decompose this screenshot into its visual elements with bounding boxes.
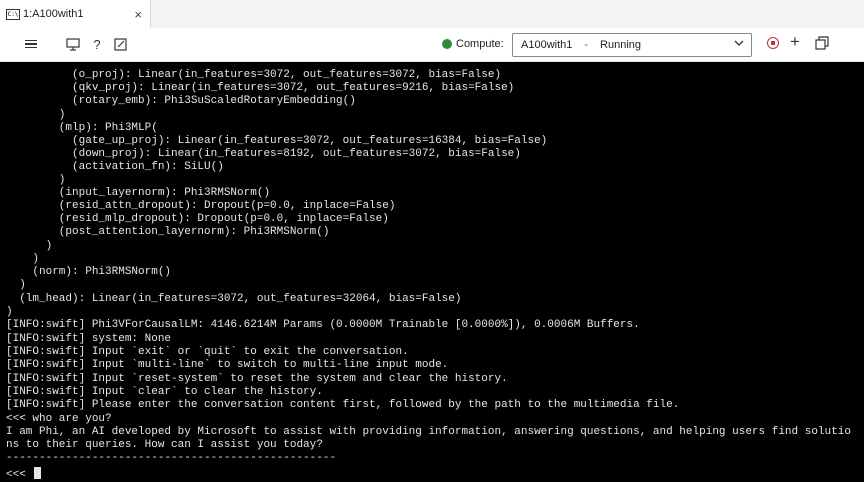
terminal-line: ) [6, 174, 66, 186]
terminal-line: I am Phi, an AI developed by Microsoft t… [6, 426, 851, 438]
tab-bar: C:\ 1:A100with1 × [0, 0, 864, 28]
terminal-line: [INFO:swift] Please enter the conversati… [6, 399, 680, 411]
terminal-toolbar: ? Compute: A100with1 - Running + [0, 28, 864, 62]
terminal-line: <<< [6, 467, 42, 482]
chevron-down-icon [733, 37, 745, 52]
terminal-line: ) [6, 253, 40, 265]
compute-running-status: Running [600, 39, 642, 51]
terminal-line: (post_attention_layernorm): Phi3RMSNorm(… [6, 226, 330, 238]
status-dot-icon [442, 39, 452, 49]
monitor-icon[interactable] [66, 35, 80, 53]
terminal-output[interactable]: (o_proj): Linear(in_features=3072, out_f… [0, 62, 864, 482]
help-icon[interactable]: ? [90, 35, 104, 53]
terminal-line: ) [6, 240, 53, 252]
terminal-line: (qkv_proj): Linear(in_features=3072, out… [6, 82, 515, 94]
terminal-line: (down_proj): Linear(in_features=8192, ou… [6, 148, 521, 160]
terminal-line: (resid_attn_dropout): Dropout(p=0.0, inp… [6, 200, 396, 212]
popout-icon[interactable] [815, 36, 829, 50]
terminal-line: [INFO:swift] system: None [6, 333, 172, 345]
terminal-line: ) [6, 279, 26, 291]
compute-name: A100with1 [521, 39, 573, 51]
tab-title: 1:A100with1 [23, 8, 84, 20]
compute-label: Compute: [456, 38, 504, 50]
terminal-line: (mlp): Phi3MLP( [6, 122, 158, 134]
terminal-line: [INFO:swift] Input `exit` or `quit` to e… [6, 346, 409, 358]
terminal-line: [INFO:swift] Input `clear` to clear the … [6, 386, 323, 398]
terminal-line: ns to their queries. How can I assist yo… [6, 439, 323, 451]
terminal-icon: C:\ [6, 8, 20, 20]
terminal-line: [INFO:swift] Input `multi-line` to switc… [6, 359, 449, 371]
stop-icon[interactable] [767, 37, 779, 49]
terminal-line: (resid_mlp_dropout): Dropout(p=0.0, inpl… [6, 213, 389, 225]
terminal-line: ) [6, 109, 66, 121]
terminal-line: <<< who are you? [6, 413, 112, 425]
terminal-line: [INFO:swift] Phi3VForCausalLM: 4146.6214… [6, 319, 640, 331]
terminal-line: (input_layernorm): Phi3RMSNorm() [6, 187, 271, 199]
terminal-line: (lm_head): Linear(in_features=3072, out_… [6, 293, 462, 305]
compute-select[interactable]: A100with1 - Running [512, 33, 752, 57]
add-terminal-icon[interactable]: + [790, 32, 800, 52]
menu-icon[interactable] [24, 35, 38, 53]
terminal-line: [INFO:swift] Input `reset-system` to res… [6, 373, 508, 385]
terminal-line: ----------------------------------------… [6, 452, 337, 464]
terminal-line: (rotary_emb): Phi3SuScaledRotaryEmbeddin… [6, 95, 356, 107]
compute-status: Compute: [442, 38, 504, 50]
edit-icon[interactable] [114, 35, 128, 53]
terminal-line: (o_proj): Linear(in_features=3072, out_f… [6, 69, 502, 81]
compute-separator: - [584, 39, 589, 51]
terminal-tab[interactable]: C:\ 1:A100with1 × [0, 0, 151, 28]
close-tab-icon[interactable]: × [134, 7, 142, 22]
terminal-line: ) [6, 306, 13, 318]
text-cursor [34, 467, 42, 479]
terminal-line: (activation_fn): SiLU() [6, 161, 224, 173]
terminal-line: (gate_up_proj): Linear(in_features=3072,… [6, 135, 548, 147]
terminal-line: (norm): Phi3RMSNorm() [6, 266, 172, 278]
